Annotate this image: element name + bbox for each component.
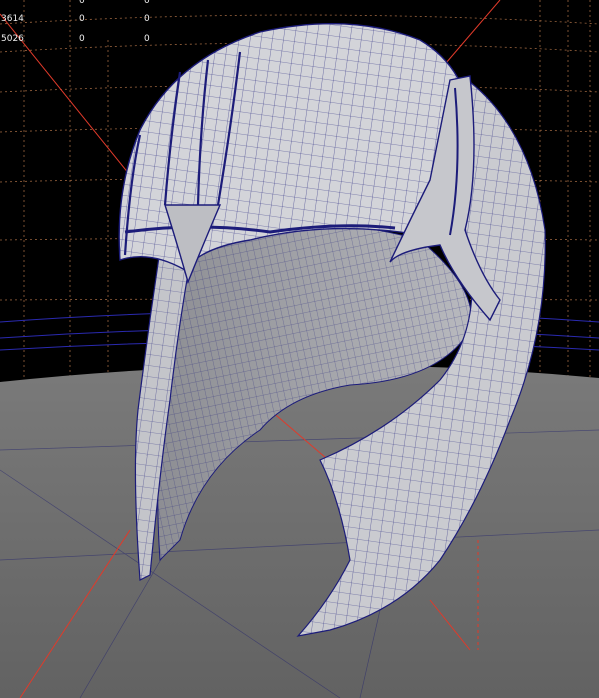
hud-row-3-col2: 0 [79, 34, 85, 44]
hud-row-2-col3: 0 [144, 14, 150, 24]
hud-row-1-col3: 0 [144, 0, 150, 6]
hud-row-2-col2: 0 [79, 14, 85, 24]
hud-row-1-col2: 0 [79, 0, 85, 6]
hud-row-3-count: 5026 [1, 34, 24, 44]
3d-viewport[interactable]: 0 0 3614 0 0 5026 0 0 [0, 0, 599, 698]
hud-row-2-count: 3614 [1, 14, 24, 24]
hud-row-3-col3: 0 [144, 34, 150, 44]
